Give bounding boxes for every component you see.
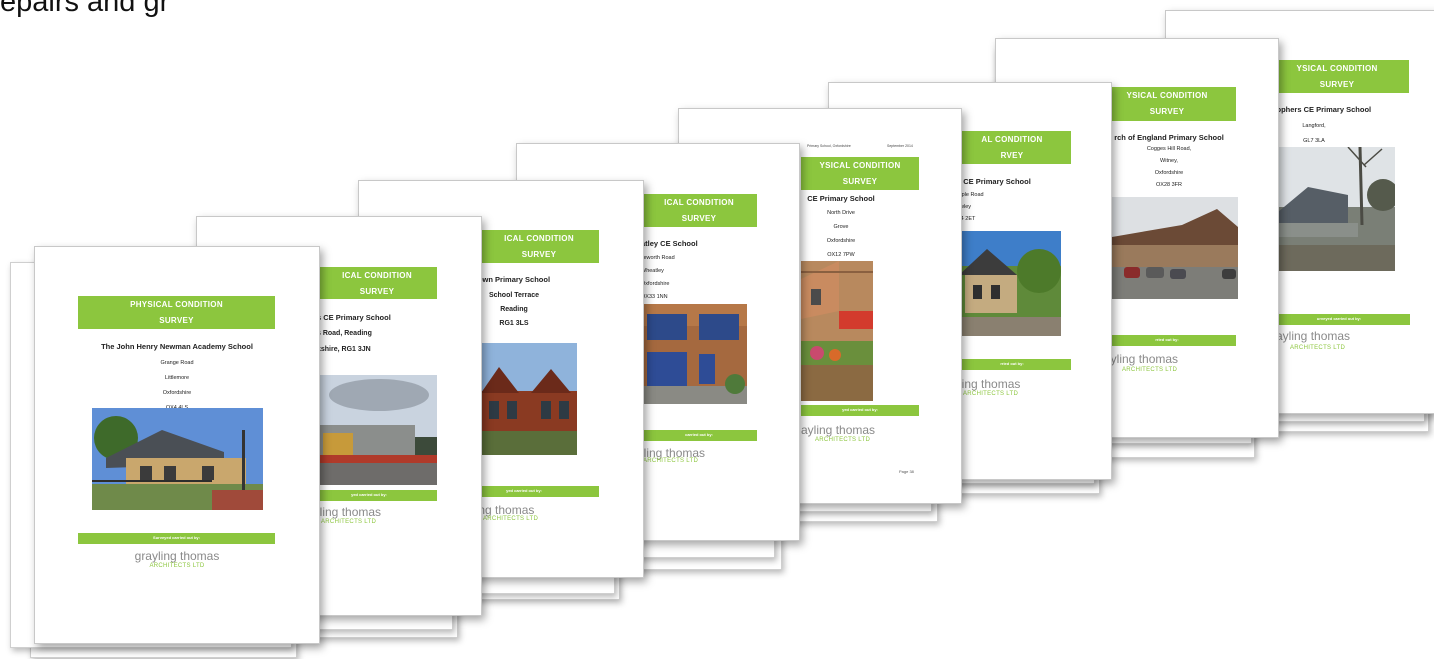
banner-line-1: ical Condition [664,198,734,207]
banner-line-1: ysical Condition [819,161,901,170]
title-banner: ical Condition Survey [479,230,599,263]
address-line: lleworth Road [641,255,675,261]
company-logo-sub: ARCHITECTS LTD [1290,345,1346,351]
address-line: Grange Road [160,360,194,366]
company-logo-name: ayling thomas [1104,352,1179,366]
address-line: North Drive [827,210,855,216]
banner-line-1: ical Condition [504,234,574,243]
report-cover-page[interactable]: Physical Condition Survey The John Henry… [34,246,320,644]
title-banner: ysical Condition Survey [1098,87,1236,121]
school-details: atley CE School lleworth Road Wheatley O… [641,239,731,300]
school-photo [1112,197,1238,299]
address-line: Langford, [1302,123,1326,129]
school-name: atley CE School [641,239,698,248]
company-logo-sub: ARCHITECTS LTD [149,563,205,569]
school-name: own Primary School [477,275,551,284]
address-line: GL7 3LA [1303,138,1325,144]
school-name: The John Henry Newman Academy School [101,342,253,351]
banner-line-2: Survey [681,214,717,223]
address-line: OX12 7PW [827,252,855,258]
school-details: s CE Primary School s Road, Reading kshi… [317,313,397,353]
surveyed-by-bar: rried out by: [953,359,1071,370]
school-details: tophers CE Primary School Langford, GL7 … [1274,105,1372,144]
banner-line-2: Survey [1319,80,1355,89]
page-header-date: September 2014 [887,144,913,148]
banner-line-2: Survey [159,316,194,325]
address-line: Witney, [1160,158,1178,164]
school-name: tophers CE Primary School [1274,105,1372,114]
surveyed-by-bar: yed carried out by: [801,405,919,416]
title-banner: ysical Condition Survey [801,157,919,190]
banner-line-1: ysical Condition [1296,64,1378,73]
company-logo-sub: ARCHITECTS LTD [963,391,1019,397]
address-line: OX28 3FR [1156,182,1182,188]
page-header-mid: Primary School, Oxfordshire [807,144,851,148]
address-line: Wheatley [641,268,664,274]
surveyed-by-bar: Surveyed carried out by: [78,533,275,544]
banner-line-2: Survey [359,287,395,296]
school-photo [92,408,263,510]
company-logo-sub: ARCHITECTS LTD [643,458,699,464]
address-line: mple Road [957,192,984,198]
school-details: rch of England Primary School Cogges Hil… [1094,133,1244,188]
address-line: RG1 3LS [499,320,529,327]
school-photo [801,261,873,401]
school-name: rch of England Primary School [1114,133,1224,142]
banner-line-2: Survey [1149,107,1185,116]
address-line: kshire, RG1 3JN [317,346,371,353]
banner-line-2: Survey [521,250,557,259]
school-details: The John Henry Newman Academy School Gra… [77,342,277,411]
school-details: s CE Primary School mple Road owley X4 2… [957,177,1067,222]
banner-line-1: ical Condition [342,271,412,280]
title-banner: al Condition rvey [953,131,1071,164]
surveyed-by-bar: carried out by: [641,430,757,441]
company-logo-name: ayling thomas [1276,329,1351,343]
banner-line-1: Physical Condition [130,300,223,309]
header-text-fragment: epairs and gr [0,0,170,18]
banner-line-1: ysical Condition [1126,91,1208,100]
title-banner: ysical Condition Survey [1265,60,1409,93]
address-line: Littlemore [164,375,190,381]
company-logo-sub: ARCHITECTS LTD [321,519,377,525]
school-name: CE Primary School [807,194,875,203]
school-photo [481,343,577,455]
school-details: own Primary School School Terrace Readin… [469,275,559,327]
company-logo-name: ayling thomas [801,423,876,437]
address-line: X4 2ET [957,216,976,222]
address-line: Grove [833,224,849,230]
banner-line-2: rvey [1000,151,1024,160]
company-logo-sub: ARCHITECTS LTD [483,516,539,522]
address-line: Reading [500,306,528,313]
page-number: Page 38 [899,469,914,474]
school-photo [1278,147,1395,271]
address-line: s Road, Reading [317,330,372,337]
surveyed-by-bar: urveyed carried out by: [1268,314,1410,325]
company-logo-sub: ARCHITECTS LTD [815,437,871,443]
school-photo [959,231,1061,336]
banner-line-1: al Condition [981,135,1043,144]
banner-line-2: Survey [842,177,878,186]
school-name: s CE Primary School [957,177,1031,186]
address-line: owley [957,204,972,210]
company-logo-sub: ARCHITECTS LTD [1122,367,1178,373]
address-line: School Terrace [488,292,540,299]
company-logo-name: ling thomas [959,377,1021,391]
company-logo-name: grayling thomas [134,549,220,563]
address-line: Oxfordshire [162,390,192,396]
school-photo [319,375,437,485]
school-photo [641,304,747,404]
address-line: Cogges Hill Road, [1146,146,1192,152]
title-banner: ical Condition Survey [317,267,437,299]
title-banner: Physical Condition Survey [78,296,275,329]
address-line: Oxfordshire [826,238,856,244]
title-banner: ical Condition Survey [641,194,757,227]
surveyed-by-bar: rried out by: [1098,335,1236,346]
address-line: Oxfordshire [1154,170,1184,176]
address-line: Oxfordshire [641,281,670,287]
school-details: CE Primary School North Drive Grove Oxfo… [801,194,881,258]
surveyed-by-bar: yed carried out by: [301,490,437,501]
address-line: OX33 1NN [641,294,668,300]
school-name: s CE Primary School [317,313,391,322]
